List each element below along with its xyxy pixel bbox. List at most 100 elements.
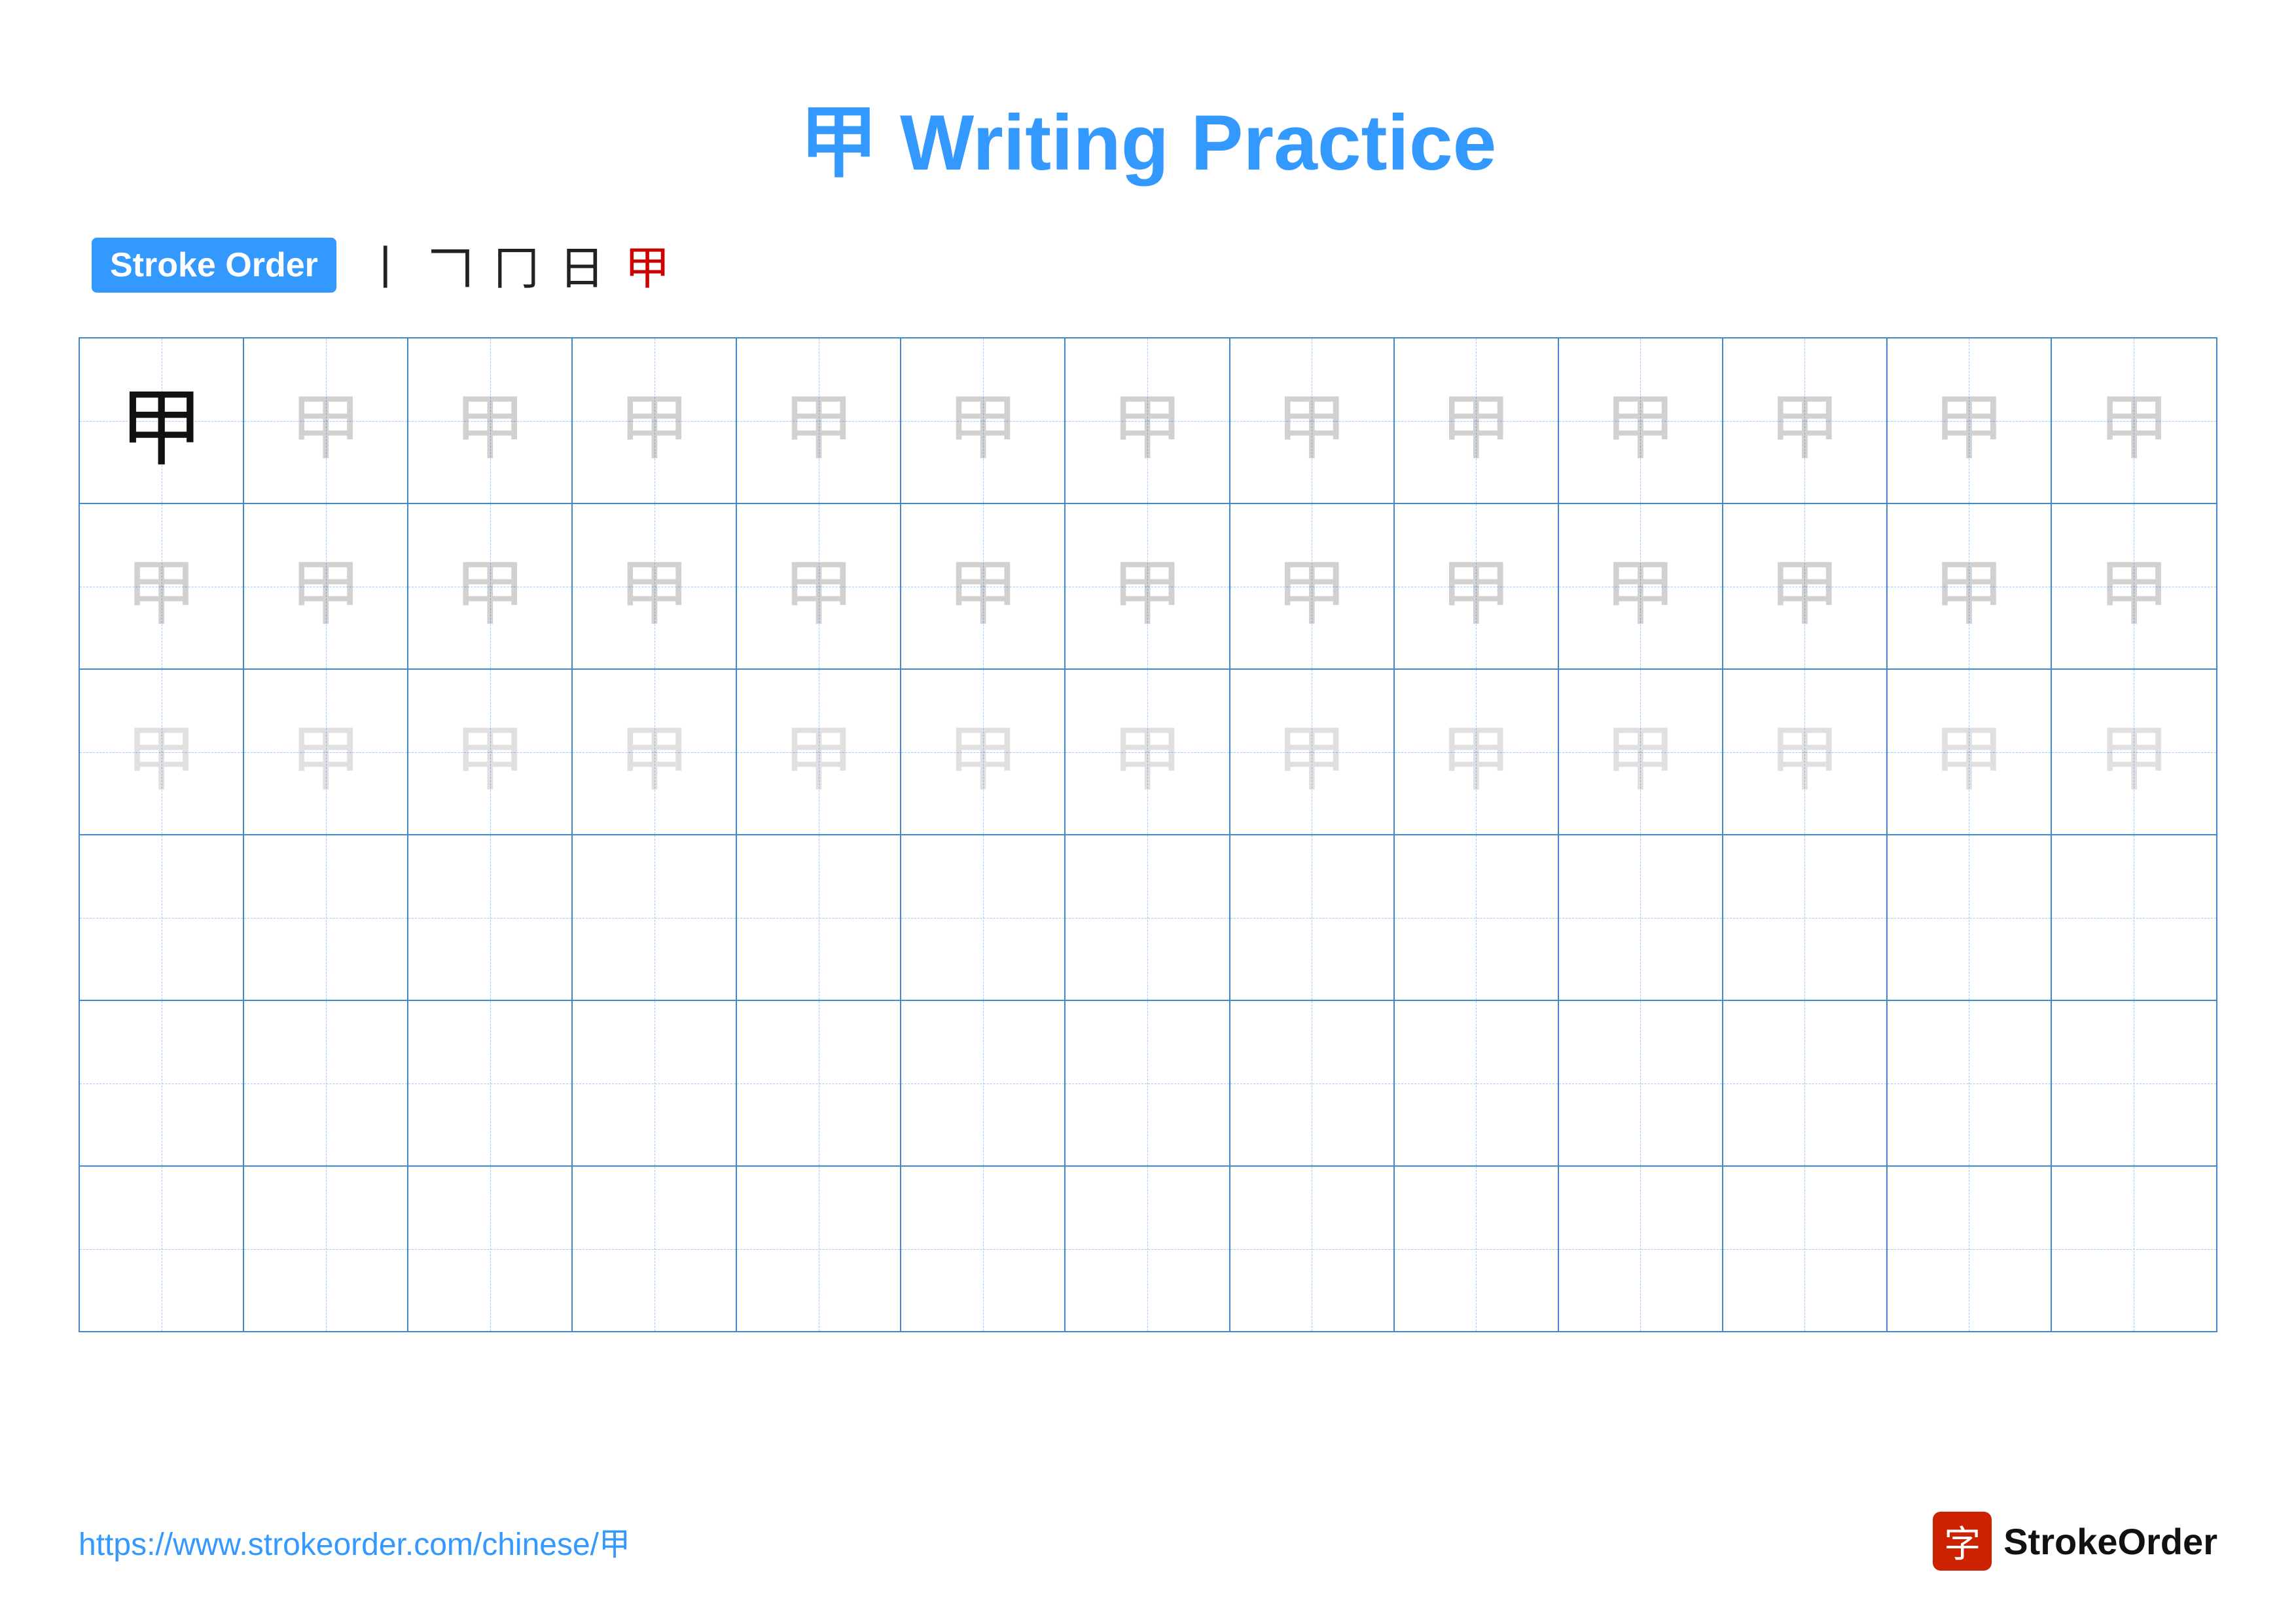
grid-cell-r3-c13[interactable]: 甲 <box>2052 670 2216 834</box>
grid-cell-r4-c12[interactable] <box>1888 835 2052 1000</box>
grid-cell-r1-c12[interactable]: 甲 <box>1888 338 2052 503</box>
grid-cell-r6-c1[interactable] <box>80 1167 244 1331</box>
grid-cell-r2-c10[interactable]: 甲 <box>1559 504 1723 668</box>
grid-cell-r4-c7[interactable] <box>1066 835 1230 1000</box>
grid-cell-r5-c6[interactable] <box>901 1001 1066 1165</box>
grid-cell-r4-c10[interactable] <box>1559 835 1723 1000</box>
grid-cell-r4-c13[interactable] <box>2052 835 2216 1000</box>
grid-cell-r4-c11[interactable] <box>1723 835 1888 1000</box>
grid-cell-r5-c8[interactable] <box>1230 1001 1395 1165</box>
grid-cell-r2-c1[interactable]: 甲 <box>80 504 244 668</box>
grid-cell-r2-c4[interactable]: 甲 <box>573 504 737 668</box>
grid-cell-r1-c6[interactable]: 甲 <box>901 338 1066 503</box>
grid-row-1: 甲 甲 甲 甲 甲 甲 甲 甲 甲 甲 甲 甲 甲 <box>80 338 2216 504</box>
grid-cell-r6-c6[interactable] <box>901 1167 1066 1331</box>
grid-cell-r4-c3[interactable] <box>408 835 573 1000</box>
grid-cell-r1-c10[interactable]: 甲 <box>1559 338 1723 503</box>
footer: https://www.strokeorder.com/chinese/甲 字 … <box>79 1512 2217 1571</box>
grid-cell-r6-c2[interactable] <box>244 1167 408 1331</box>
footer-link[interactable]: https://www.strokeorder.com/chinese/甲 <box>79 1518 630 1564</box>
grid-cell-r2-c13[interactable]: 甲 <box>2052 504 2216 668</box>
grid-cell-r2-c8[interactable]: 甲 <box>1230 504 1395 668</box>
page: 甲 Writing Practice Stroke Order 丨 𠃍 冂 日 … <box>0 0 2296 1623</box>
grid-cell-r1-c5[interactable]: 甲 <box>737 338 901 503</box>
grid-cell-r1-c13[interactable]: 甲 <box>2052 338 2216 503</box>
title-char: 甲 <box>800 99 878 187</box>
grid-row-6 <box>80 1167 2216 1331</box>
stroke-order-badge: Stroke Order <box>92 238 336 293</box>
grid-cell-r3-c5[interactable]: 甲 <box>737 670 901 834</box>
stroke-step-2: 𠃍 <box>428 232 474 298</box>
grid-cell-r5-c11[interactable] <box>1723 1001 1888 1165</box>
grid-cell-r4-c9[interactable] <box>1395 835 1559 1000</box>
logo-text: StrokeOrder <box>2003 1520 2217 1563</box>
grid-cell-r6-c10[interactable] <box>1559 1167 1723 1331</box>
grid-cell-r1-c3[interactable]: 甲 <box>408 338 573 503</box>
grid-cell-r5-c3[interactable] <box>408 1001 573 1165</box>
stroke-step-4: 日 <box>559 232 605 298</box>
grid-cell-r6-c3[interactable] <box>408 1167 573 1331</box>
grid-cell-r5-c2[interactable] <box>244 1001 408 1165</box>
grid-cell-r3-c4[interactable]: 甲 <box>573 670 737 834</box>
stroke-order-row: Stroke Order 丨 𠃍 冂 日 甲 <box>92 232 2217 298</box>
grid-cell-r1-c2[interactable]: 甲 <box>244 338 408 503</box>
grid-cell-r5-c13[interactable] <box>2052 1001 2216 1165</box>
grid-cell-r1-c4[interactable]: 甲 <box>573 338 737 503</box>
grid-cell-r1-c11[interactable]: 甲 <box>1723 338 1888 503</box>
grid-cell-r6-c8[interactable] <box>1230 1167 1395 1331</box>
stroke-step-3: 冂 <box>493 232 539 298</box>
grid-cell-r5-c1[interactable] <box>80 1001 244 1165</box>
grid-cell-r1-c8[interactable]: 甲 <box>1230 338 1395 503</box>
grid-cell-r2-c12[interactable]: 甲 <box>1888 504 2052 668</box>
stroke-step-1: 丨 <box>363 232 408 298</box>
grid-cell-r2-c7[interactable]: 甲 <box>1066 504 1230 668</box>
grid-cell-r2-c3[interactable]: 甲 <box>408 504 573 668</box>
grid-cell-r4-c8[interactable] <box>1230 835 1395 1000</box>
grid-cell-r4-c6[interactable] <box>901 835 1066 1000</box>
grid-cell-r5-c9[interactable] <box>1395 1001 1559 1165</box>
grid-row-2: 甲 甲 甲 甲 甲 甲 甲 甲 甲 甲 甲 甲 甲 <box>80 504 2216 670</box>
grid-cell-r5-c4[interactable] <box>573 1001 737 1165</box>
grid-cell-r2-c2[interactable]: 甲 <box>244 504 408 668</box>
grid-cell-r4-c1[interactable] <box>80 835 244 1000</box>
grid-cell-r6-c4[interactable] <box>573 1167 737 1331</box>
grid-cell-r3-c2[interactable]: 甲 <box>244 670 408 834</box>
grid-cell-r5-c10[interactable] <box>1559 1001 1723 1165</box>
char-dark: 甲 <box>119 378 204 464</box>
grid-cell-r3-c10[interactable]: 甲 <box>1559 670 1723 834</box>
grid-cell-r6-c13[interactable] <box>2052 1167 2216 1331</box>
grid-cell-r6-c7[interactable] <box>1066 1167 1230 1331</box>
grid-cell-r5-c7[interactable] <box>1066 1001 1230 1165</box>
grid-cell-r1-c1[interactable]: 甲 <box>80 338 244 503</box>
grid-cell-r3-c3[interactable]: 甲 <box>408 670 573 834</box>
grid-row-3: 甲 甲 甲 甲 甲 甲 甲 甲 甲 甲 甲 甲 甲 <box>80 670 2216 835</box>
grid-cell-r3-c11[interactable]: 甲 <box>1723 670 1888 834</box>
grid-cell-r1-c9[interactable]: 甲 <box>1395 338 1559 503</box>
page-title: 甲 Writing Practice <box>800 99 1497 187</box>
grid-cell-r6-c9[interactable] <box>1395 1167 1559 1331</box>
grid-cell-r4-c4[interactable] <box>573 835 737 1000</box>
grid-cell-r2-c9[interactable]: 甲 <box>1395 504 1559 668</box>
grid-cell-r6-c12[interactable] <box>1888 1167 2052 1331</box>
grid-cell-r6-c5[interactable] <box>737 1167 901 1331</box>
grid-cell-r1-c7[interactable]: 甲 <box>1066 338 1230 503</box>
grid-cell-r3-c1[interactable]: 甲 <box>80 670 244 834</box>
grid-cell-r3-c9[interactable]: 甲 <box>1395 670 1559 834</box>
writing-grid: 甲 甲 甲 甲 甲 甲 甲 甲 甲 甲 甲 甲 甲 甲 甲 甲 甲 甲 甲 甲 … <box>79 337 2217 1332</box>
grid-cell-r3-c6[interactable]: 甲 <box>901 670 1066 834</box>
grid-cell-r3-c12[interactable]: 甲 <box>1888 670 2052 834</box>
grid-cell-r2-c5[interactable]: 甲 <box>737 504 901 668</box>
grid-row-5 <box>80 1001 2216 1167</box>
footer-logo: 字 StrokeOrder <box>1933 1512 2217 1571</box>
grid-cell-r4-c5[interactable] <box>737 835 901 1000</box>
title-area: 甲 Writing Practice <box>79 79 2217 192</box>
grid-cell-r5-c5[interactable] <box>737 1001 901 1165</box>
grid-cell-r3-c8[interactable]: 甲 <box>1230 670 1395 834</box>
grid-cell-r6-c11[interactable] <box>1723 1167 1888 1331</box>
grid-cell-r2-c11[interactable]: 甲 <box>1723 504 1888 668</box>
grid-cell-r4-c2[interactable] <box>244 835 408 1000</box>
grid-cell-r2-c6[interactable]: 甲 <box>901 504 1066 668</box>
logo-icon: 字 <box>1933 1512 1992 1571</box>
grid-cell-r3-c7[interactable]: 甲 <box>1066 670 1230 834</box>
grid-cell-r5-c12[interactable] <box>1888 1001 2052 1165</box>
